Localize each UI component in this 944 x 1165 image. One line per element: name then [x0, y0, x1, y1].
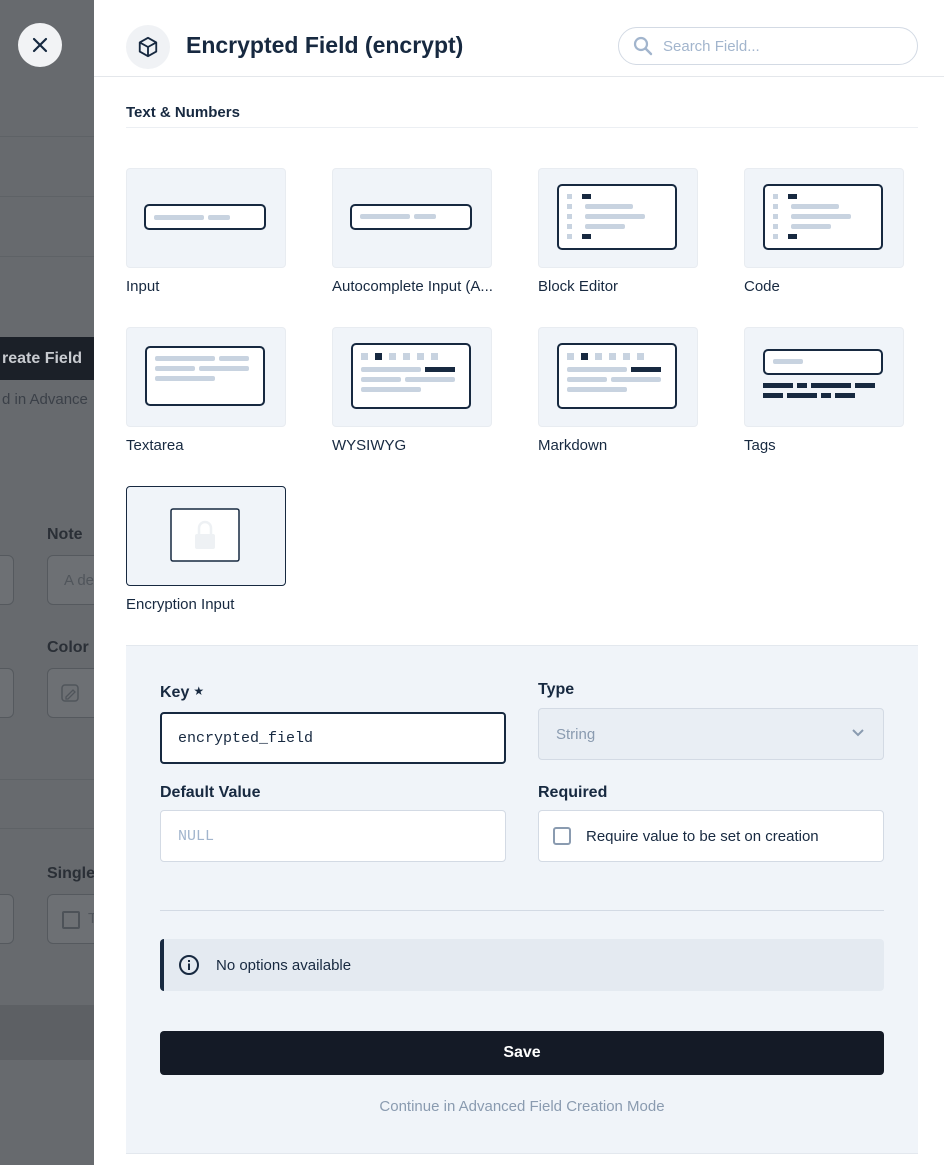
interface-label: WYSIWYG: [332, 437, 407, 454]
advanced-mode-link[interactable]: Continue in Advanced Field Creation Mode: [160, 1098, 884, 1115]
search-box[interactable]: [618, 27, 918, 65]
interface-autocomplete[interactable]: Autocomplete Input (A...: [332, 168, 512, 295]
required-label: Required: [538, 784, 608, 801]
header-icon: [126, 25, 170, 69]
wysiwyg-preview-icon: [332, 327, 492, 427]
autocomplete-preview-icon: [332, 168, 492, 268]
page-title: Encrypted Field (encrypt): [186, 32, 464, 58]
backdrop-overlay[interactable]: reate Field d in Advance Note A de Color…: [0, 0, 94, 1165]
field-drawer: Encrypted Field (encrypt) Text & Numbers…: [94, 0, 944, 1165]
info-icon: [179, 955, 199, 975]
chevron-down-icon: [852, 729, 864, 737]
required-star-icon: ★: [193, 684, 205, 698]
interface-wysiwyg[interactable]: WYSIWYG: [332, 327, 512, 454]
interface-label: Code: [744, 278, 780, 295]
interface-input[interactable]: Input: [126, 168, 306, 295]
markdown-preview-icon: [538, 327, 698, 427]
bg-color-label: Color: [47, 639, 89, 656]
bg-divider: [0, 256, 94, 257]
drawer-header: Encrypted Field (encrypt): [94, 0, 944, 77]
interface-code[interactable]: Code: [744, 168, 924, 295]
interface-label: Block Editor: [538, 278, 619, 295]
tags-preview-icon: [744, 327, 904, 427]
pencil-icon: [61, 684, 79, 702]
required-checkbox[interactable]: [553, 827, 571, 845]
bg-divider: [0, 196, 94, 197]
bg-single-field: T: [47, 894, 94, 944]
code-preview-icon: [744, 168, 904, 268]
interface-label: Markdown: [538, 437, 608, 454]
search-input[interactable]: [663, 37, 893, 55]
section-divider: [126, 127, 918, 128]
interface-block-editor[interactable]: Block Editor: [538, 168, 718, 295]
bg-note-label: Note: [47, 526, 83, 543]
bg-field-box: [0, 894, 14, 944]
field-config-panel: Key★ Type String Default Value Required …: [126, 645, 918, 1154]
bg-field-box: [0, 668, 14, 718]
type-select[interactable]: String: [538, 708, 884, 760]
bg-advanced-text: d in Advance: [2, 391, 88, 408]
interface-label: Input: [126, 278, 160, 295]
interface-markdown[interactable]: Markdown: [538, 327, 718, 454]
bg-color-field: [47, 668, 94, 718]
bg-divider: [0, 828, 94, 829]
form-divider: [160, 910, 884, 911]
bg-field-box: [0, 555, 14, 605]
key-label: Key ★: [160, 684, 204, 702]
required-field: Require value to be set on creation: [538, 810, 884, 862]
default-value-label: Default Value: [160, 784, 261, 801]
interface-label: Autocomplete Input (A...: [332, 278, 493, 295]
search-icon: [633, 36, 653, 56]
bg-footer-bar: [0, 1005, 94, 1060]
key-label-text: Key: [160, 684, 190, 701]
options-notice: No options available: [160, 939, 884, 991]
type-select-value: String: [556, 725, 596, 743]
save-button[interactable]: Save: [160, 1031, 884, 1075]
key-input[interactable]: [160, 712, 506, 764]
bg-checkbox-icon: [62, 911, 80, 929]
close-button[interactable]: [18, 23, 62, 67]
interface-label: Encryption Input: [126, 596, 235, 613]
box-icon: [138, 36, 158, 58]
block-editor-preview-icon: [538, 168, 698, 268]
default-value-input[interactable]: [160, 810, 506, 862]
close-icon: [32, 37, 48, 53]
bg-note-placeholder: A de: [64, 572, 94, 589]
bg-divider: [0, 779, 94, 780]
interface-tags[interactable]: Tags: [744, 327, 924, 454]
interface-encryption-input[interactable]: Encryption Input: [126, 486, 306, 613]
section-title: Text & Numbers: [126, 104, 240, 121]
bg-divider: [0, 136, 94, 137]
textarea-preview-icon: [126, 327, 286, 427]
type-label: Type: [538, 681, 575, 698]
bg-create-field-button: reate Field: [0, 337, 94, 380]
interface-label: Textarea: [126, 437, 184, 454]
input-preview-icon: [126, 168, 286, 268]
bg-single-label: Single: [47, 865, 94, 882]
interface-label: Tags: [744, 437, 776, 454]
lock-preview-icon: [126, 486, 286, 586]
interface-textarea[interactable]: Textarea: [126, 327, 306, 454]
notice-text: No options available: [216, 956, 352, 974]
required-text[interactable]: Require value to be set on creation: [586, 828, 819, 845]
